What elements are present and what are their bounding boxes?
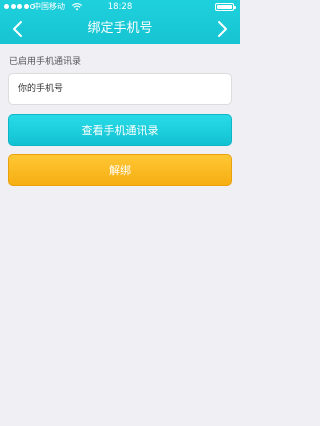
forward-button[interactable] [210,17,234,41]
nav-header: 中国移动 18:28 绑定手机号 [0,0,240,44]
unbind-button[interactable]: 解绑 [8,154,232,186]
phone-number-input[interactable] [8,73,232,105]
status-bar: 中国移动 18:28 [0,0,240,14]
chevron-right-icon [218,21,227,37]
chevron-left-icon [13,21,22,37]
battery-icon [215,3,236,11]
section-label: 已启用手机通讯录 [9,57,82,67]
back-button[interactable] [6,17,30,41]
status-time: 18:28 [107,2,133,12]
page-title: 绑定手机号 [87,21,153,36]
view-contacts-button[interactable]: 查看手机通讯录 [8,114,232,146]
